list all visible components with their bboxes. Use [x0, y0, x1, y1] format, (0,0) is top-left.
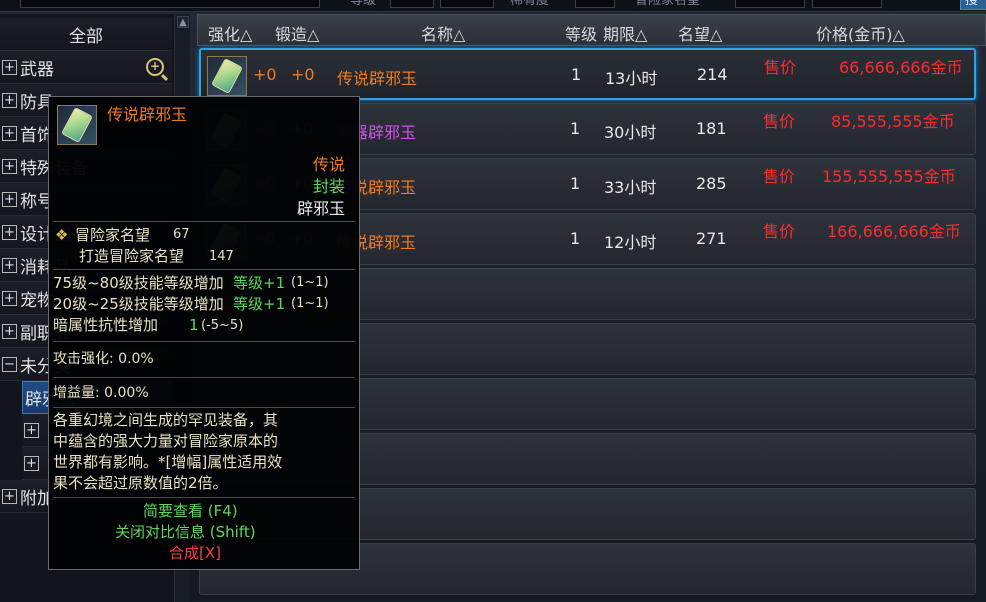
- item-fame: 181: [696, 119, 727, 138]
- tooltip-stat3-bonus: 1: [189, 316, 199, 334]
- expand-icon[interactable]: +: [24, 455, 39, 471]
- divider: [53, 341, 355, 342]
- divider: [53, 407, 355, 408]
- evil-jade-icon: [57, 105, 97, 145]
- zoom-icon[interactable]: +: [146, 58, 164, 76]
- brief-view-action[interactable]: 简要查看 (F4): [143, 501, 238, 521]
- item-fame: 285: [696, 174, 727, 193]
- divider: [53, 377, 355, 378]
- item-duration: 30小时: [604, 123, 657, 142]
- expand-icon[interactable]: +: [2, 257, 17, 273]
- tooltip-stat2-range: (1~1): [291, 296, 329, 311]
- tooltip-stat2: 20级~25级技能等级增加: [53, 295, 224, 313]
- expand-icon[interactable]: +: [2, 488, 17, 504]
- tooltip-forge-fame-value: 147: [209, 249, 234, 264]
- expand-icon[interactable]: +: [2, 92, 17, 108]
- divider: [53, 221, 355, 222]
- fame-label: 冒险家名望: [635, 0, 701, 8]
- search-button[interactable]: 搜: [960, 0, 986, 10]
- item-name: 传说辟邪玉: [337, 69, 418, 88]
- expand-icon[interactable]: +: [2, 125, 17, 141]
- scroll-up-icon[interactable]: ▲: [177, 16, 189, 28]
- category-label: 武器: [20, 59, 54, 80]
- column-forge[interactable]: 锻造△: [275, 21, 319, 45]
- tooltip-stat3: 暗属性抗性增加: [53, 316, 159, 334]
- item-duration: 12小时: [604, 233, 657, 252]
- tooltip-stat1-range: (1~1): [291, 275, 329, 290]
- divider: [53, 497, 355, 498]
- tooltip-bind: 封装: [312, 177, 345, 196]
- expand-icon[interactable]: +: [2, 290, 17, 306]
- item-tooltip: 传说辟邪玉 传说 封装 辟邪玉 ❖ 冒险家名望 67 打造冒险家名望 147 7…: [48, 96, 360, 570]
- tooltip-desc: 各重幻境之间生成的罕见装备，其: [53, 411, 279, 429]
- column-fame[interactable]: 名望△: [678, 21, 722, 45]
- rarity-label: 稀有度: [510, 0, 550, 8]
- tooltip-desc: 果不会超过原数值的2倍。: [53, 474, 228, 492]
- item-price: 155,555,555金币: [822, 167, 956, 186]
- item-fame: 214: [697, 65, 728, 84]
- expand-icon[interactable]: +: [2, 224, 17, 240]
- tooltip-fame-label: 冒险家名望: [75, 226, 151, 244]
- tooltip-stat1: 75级~80级技能等级增加: [53, 274, 224, 292]
- tooltip-buff-amount: 增益量: 0.00%: [53, 385, 149, 401]
- item-fame: 271: [696, 229, 727, 248]
- evil-jade-icon[interactable]: [207, 56, 247, 96]
- divider: [53, 269, 355, 270]
- column-name[interactable]: 名称△: [421, 21, 465, 45]
- table-row[interactable]: +0 +0 传说辟邪玉 1 13小时 214 售价 66,666,666金币: [199, 48, 976, 100]
- rarity-select[interactable]: [575, 0, 615, 8]
- tooltip-item-name: 传说辟邪玉: [107, 105, 188, 124]
- sell-label: 售价: [763, 222, 796, 241]
- close-compare-action[interactable]: 关闭对比信息 (Shift): [115, 522, 256, 542]
- sell-label: 售价: [763, 112, 796, 131]
- expand-icon[interactable]: +: [2, 323, 17, 339]
- tooltip-rarity: 传说: [312, 155, 345, 174]
- fame-min-input[interactable]: [735, 0, 805, 8]
- item-price: 66,666,666金币: [839, 58, 963, 77]
- item-level: 1: [570, 119, 581, 138]
- tooltip-desc: 世界都有影响。*[增幅]属性适用效: [53, 453, 283, 471]
- search-bar: 等级 稀有度 冒险家名望 搜: [0, 0, 986, 12]
- column-level[interactable]: 等级: [565, 21, 597, 45]
- tooltip-attack-enhance: 攻击强化: 0.0%: [53, 351, 154, 367]
- fame-max-input[interactable]: [812, 0, 882, 8]
- table-header: 强化△ 锻造△ 名称△ 等级 期限△ 名望△ 价格(金币)△: [197, 14, 986, 46]
- forge-value: +0: [291, 65, 315, 84]
- column-duration[interactable]: 期限△: [603, 21, 647, 45]
- item-price: 166,666,666金币: [827, 222, 961, 241]
- synthesis-action[interactable]: 合成[X]: [169, 543, 221, 563]
- name-search-input[interactable]: [20, 0, 320, 8]
- column-enhance[interactable]: 强化△: [208, 21, 252, 45]
- auction-window: 等级 稀有度 冒险家名望 搜 ▲ 全部 + 武器 + + 防具 + 首饰 + 特…: [0, 0, 986, 602]
- tooltip-forge-fame-label: 打造冒险家名望: [79, 247, 185, 265]
- tooltip-type: 辟邪玉: [296, 199, 345, 218]
- item-level: 1: [571, 65, 582, 84]
- item-duration: 13小时: [605, 69, 658, 88]
- tooltip-desc: 中蕴含的强大力量对冒险家原本的: [53, 432, 279, 450]
- item-duration: 33小时: [604, 178, 657, 197]
- expand-icon[interactable]: +: [24, 422, 39, 438]
- item-price: 85,555,555金币: [831, 112, 955, 131]
- level-label: 等级: [350, 0, 377, 8]
- expand-icon[interactable]: +: [2, 158, 17, 174]
- category-all[interactable]: 全部: [0, 18, 172, 51]
- tooltip-stat2-bonus: 等级+1: [233, 295, 286, 313]
- sell-label: 售价: [764, 58, 797, 77]
- column-price[interactable]: 价格(金币)△: [816, 21, 905, 45]
- fame-icon: ❖: [55, 226, 69, 244]
- expand-icon[interactable]: +: [2, 191, 17, 207]
- expand-icon[interactable]: +: [2, 59, 17, 75]
- enhance-value: +0: [253, 65, 277, 84]
- tooltip-stat1-bonus: 等级+1: [233, 274, 286, 292]
- category-weapon[interactable]: + 武器 +: [0, 51, 172, 84]
- level-max-input[interactable]: [440, 0, 494, 8]
- item-level: 1: [570, 174, 581, 193]
- tooltip-stat3-range: (-5~5): [201, 318, 244, 333]
- item-level: 1: [570, 229, 581, 248]
- category-all-label: 全部: [69, 26, 103, 47]
- collapse-icon[interactable]: −: [2, 356, 17, 372]
- tooltip-fame-value: 67: [173, 227, 190, 242]
- level-min-input[interactable]: [390, 0, 434, 8]
- sell-label: 售价: [763, 167, 796, 186]
